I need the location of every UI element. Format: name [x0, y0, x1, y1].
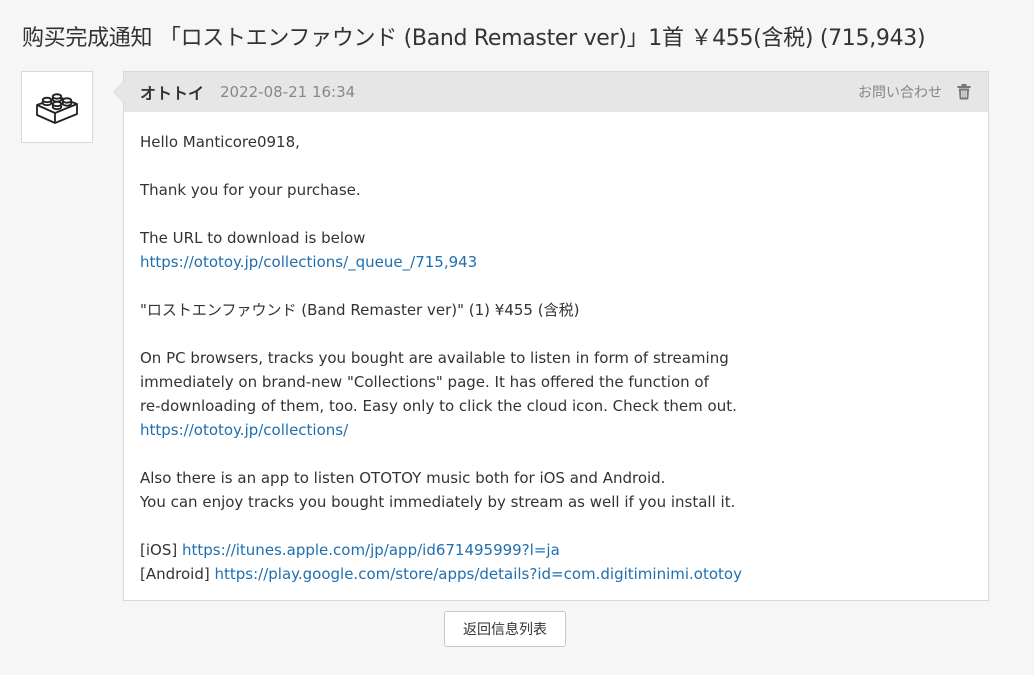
purchased-item-text: "ロストエンファウンド (Band Remaster ver)" (1) ¥45… — [140, 301, 580, 319]
ios-label: [iOS] — [140, 541, 178, 559]
app-text-line: Also there is an app to listen OTOTOY mu… — [140, 469, 666, 487]
page-title: 购买完成通知 「ロストエンファウンド (Band Remaster ver)」1… — [22, 26, 926, 51]
trash-icon[interactable] — [956, 84, 972, 100]
sender-name: オトトイ — [140, 84, 205, 103]
collections-url-line: https://ototoy.jp/collections/ — [140, 418, 972, 442]
ios-line: [iOS] https://itunes.apple.com/jp/app/id… — [140, 538, 972, 562]
download-intro-text: The URL to download is below — [140, 229, 366, 247]
message-card: オトトイ 2022-08-21 16:34 お問い合わせ Hello Manti… — [113, 71, 989, 601]
collections-text-line: immediately on brand-new "Collections" p… — [140, 373, 709, 391]
avatar — [21, 71, 93, 143]
download-link[interactable]: https://ototoy.jp/collections/_queue_/71… — [140, 253, 477, 271]
app-text-line: You can enjoy tracks you bought immediat… — [140, 493, 736, 511]
message-timestamp: 2022-08-21 16:34 — [220, 83, 356, 101]
greeting-text: Hello Manticore0918, — [140, 133, 300, 151]
android-label: [Android] — [140, 565, 210, 583]
collections-text-line: On PC browsers, tracks you bought are av… — [140, 349, 729, 367]
download-url-line: https://ototoy.jp/collections/_queue_/71… — [140, 250, 972, 274]
collections-link[interactable]: https://ototoy.jp/collections/ — [140, 421, 348, 439]
android-line: [Android] https://play.google.com/store/… — [140, 562, 972, 586]
android-app-link[interactable]: https://play.google.com/store/apps/detai… — [214, 565, 742, 583]
collections-text-line: re-downloading of them, too. Easy only t… — [140, 397, 737, 415]
message-body: Hello Manticore0918, Thank you for your … — [124, 112, 988, 586]
message-header: オトトイ 2022-08-21 16:34 お問い合わせ — [124, 72, 988, 112]
ios-app-link[interactable]: https://itunes.apple.com/jp/app/id671495… — [182, 541, 560, 559]
contact-link[interactable]: お問い合わせ — [858, 82, 942, 102]
lego-brick-icon — [36, 93, 78, 124]
back-to-list-button[interactable]: 返回信息列表 — [444, 611, 566, 647]
thanks-text: Thank you for your purchase. — [140, 181, 361, 199]
